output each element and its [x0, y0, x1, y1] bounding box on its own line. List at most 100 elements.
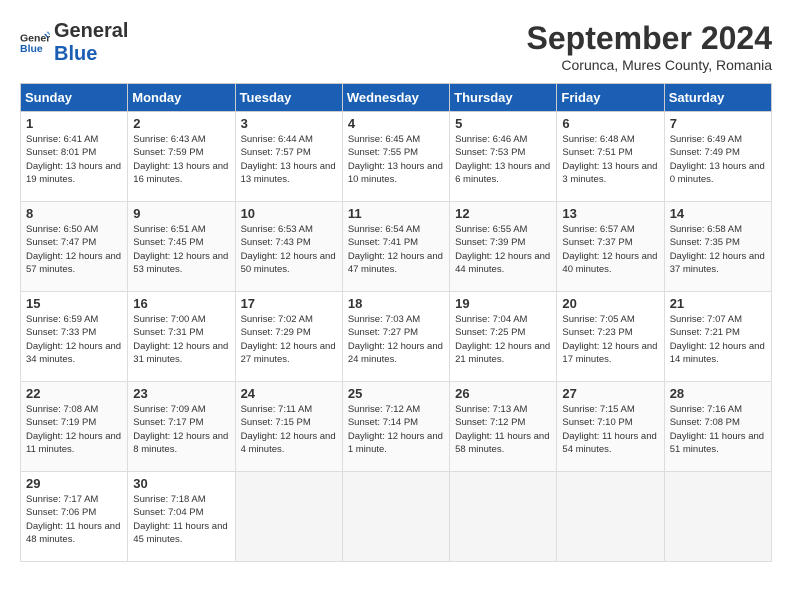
weekday-header: Tuesday: [235, 84, 342, 112]
day-number: 4: [348, 116, 444, 131]
calendar-day-cell: 20 Sunrise: 7:05 AM Sunset: 7:23 PM Dayl…: [557, 292, 664, 382]
calendar-day-cell: 24 Sunrise: 7:11 AM Sunset: 7:15 PM Dayl…: [235, 382, 342, 472]
calendar-day-cell: 18 Sunrise: 7:03 AM Sunset: 7:27 PM Dayl…: [342, 292, 449, 382]
day-info: Sunrise: 7:02 AM Sunset: 7:29 PM Dayligh…: [241, 313, 337, 366]
calendar-day-cell: 2 Sunrise: 6:43 AM Sunset: 7:59 PM Dayli…: [128, 112, 235, 202]
calendar-day-cell: 28 Sunrise: 7:16 AM Sunset: 7:08 PM Dayl…: [664, 382, 771, 472]
day-number: 21: [670, 296, 766, 311]
weekday-header: Thursday: [450, 84, 557, 112]
day-number: 13: [562, 206, 658, 221]
day-info: Sunrise: 7:04 AM Sunset: 7:25 PM Dayligh…: [455, 313, 551, 366]
day-number: 3: [241, 116, 337, 131]
day-number: 18: [348, 296, 444, 311]
day-info: Sunrise: 6:51 AM Sunset: 7:45 PM Dayligh…: [133, 223, 229, 276]
svg-text:Blue: Blue: [20, 43, 43, 55]
day-info: Sunrise: 6:46 AM Sunset: 7:53 PM Dayligh…: [455, 133, 551, 186]
calendar-day-cell: [557, 472, 664, 562]
day-info: Sunrise: 6:53 AM Sunset: 7:43 PM Dayligh…: [241, 223, 337, 276]
page-header: General Blue General Blue September 2024…: [20, 20, 772, 73]
day-info: Sunrise: 6:50 AM Sunset: 7:47 PM Dayligh…: [26, 223, 122, 276]
calendar-day-cell: 25 Sunrise: 7:12 AM Sunset: 7:14 PM Dayl…: [342, 382, 449, 472]
day-info: Sunrise: 7:15 AM Sunset: 7:10 PM Dayligh…: [562, 403, 658, 456]
calendar-day-cell: 17 Sunrise: 7:02 AM Sunset: 7:29 PM Dayl…: [235, 292, 342, 382]
calendar-week-row: 29 Sunrise: 7:17 AM Sunset: 7:06 PM Dayl…: [21, 472, 772, 562]
calendar-day-cell: 12 Sunrise: 6:55 AM Sunset: 7:39 PM Dayl…: [450, 202, 557, 292]
day-number: 24: [241, 386, 337, 401]
calendar-day-cell: 16 Sunrise: 7:00 AM Sunset: 7:31 PM Dayl…: [128, 292, 235, 382]
weekday-header: Friday: [557, 84, 664, 112]
day-info: Sunrise: 7:05 AM Sunset: 7:23 PM Dayligh…: [562, 313, 658, 366]
day-number: 8: [26, 206, 122, 221]
logo-icon: General Blue: [20, 28, 50, 58]
day-info: Sunrise: 7:18 AM Sunset: 7:04 PM Dayligh…: [133, 493, 229, 546]
calendar-day-cell: 27 Sunrise: 7:15 AM Sunset: 7:10 PM Dayl…: [557, 382, 664, 472]
day-number: 30: [133, 476, 229, 491]
weekday-header: Saturday: [664, 84, 771, 112]
day-number: 9: [133, 206, 229, 221]
day-number: 20: [562, 296, 658, 311]
calendar-day-cell: [235, 472, 342, 562]
logo-text: General Blue: [54, 20, 128, 66]
calendar-day-cell: [450, 472, 557, 562]
day-info: Sunrise: 7:13 AM Sunset: 7:12 PM Dayligh…: [455, 403, 551, 456]
day-info: Sunrise: 7:16 AM Sunset: 7:08 PM Dayligh…: [670, 403, 766, 456]
calendar-day-cell: 10 Sunrise: 6:53 AM Sunset: 7:43 PM Dayl…: [235, 202, 342, 292]
calendar-day-cell: 1 Sunrise: 6:41 AM Sunset: 8:01 PM Dayli…: [21, 112, 128, 202]
calendar-day-cell: [342, 472, 449, 562]
calendar-day-cell: 29 Sunrise: 7:17 AM Sunset: 7:06 PM Dayl…: [21, 472, 128, 562]
calendar-week-row: 22 Sunrise: 7:08 AM Sunset: 7:19 PM Dayl…: [21, 382, 772, 472]
day-info: Sunrise: 6:44 AM Sunset: 7:57 PM Dayligh…: [241, 133, 337, 186]
day-number: 23: [133, 386, 229, 401]
calendar-day-cell: 9 Sunrise: 6:51 AM Sunset: 7:45 PM Dayli…: [128, 202, 235, 292]
day-number: 14: [670, 206, 766, 221]
calendar-week-row: 1 Sunrise: 6:41 AM Sunset: 8:01 PM Dayli…: [21, 112, 772, 202]
calendar-day-cell: 6 Sunrise: 6:48 AM Sunset: 7:51 PM Dayli…: [557, 112, 664, 202]
day-number: 16: [133, 296, 229, 311]
day-info: Sunrise: 6:58 AM Sunset: 7:35 PM Dayligh…: [670, 223, 766, 276]
day-number: 12: [455, 206, 551, 221]
month-title: September 2024: [527, 20, 772, 57]
day-number: 19: [455, 296, 551, 311]
calendar-day-cell: 22 Sunrise: 7:08 AM Sunset: 7:19 PM Dayl…: [21, 382, 128, 472]
day-info: Sunrise: 6:57 AM Sunset: 7:37 PM Dayligh…: [562, 223, 658, 276]
weekday-header: Sunday: [21, 84, 128, 112]
day-number: 6: [562, 116, 658, 131]
calendar-day-cell: 5 Sunrise: 6:46 AM Sunset: 7:53 PM Dayli…: [450, 112, 557, 202]
day-number: 1: [26, 116, 122, 131]
day-number: 10: [241, 206, 337, 221]
day-info: Sunrise: 6:49 AM Sunset: 7:49 PM Dayligh…: [670, 133, 766, 186]
day-number: 17: [241, 296, 337, 311]
day-info: Sunrise: 6:54 AM Sunset: 7:41 PM Dayligh…: [348, 223, 444, 276]
logo: General Blue General Blue: [20, 20, 128, 66]
calendar-week-row: 15 Sunrise: 6:59 AM Sunset: 7:33 PM Dayl…: [21, 292, 772, 382]
location-title: Corunca, Mures County, Romania: [527, 57, 772, 73]
calendar-day-cell: 8 Sunrise: 6:50 AM Sunset: 7:47 PM Dayli…: [21, 202, 128, 292]
day-info: Sunrise: 7:08 AM Sunset: 7:19 PM Dayligh…: [26, 403, 122, 456]
calendar-day-cell: 4 Sunrise: 6:45 AM Sunset: 7:55 PM Dayli…: [342, 112, 449, 202]
day-info: Sunrise: 7:03 AM Sunset: 7:27 PM Dayligh…: [348, 313, 444, 366]
calendar-day-cell: 30 Sunrise: 7:18 AM Sunset: 7:04 PM Dayl…: [128, 472, 235, 562]
day-info: Sunrise: 7:12 AM Sunset: 7:14 PM Dayligh…: [348, 403, 444, 456]
day-number: 26: [455, 386, 551, 401]
calendar-day-cell: 21 Sunrise: 7:07 AM Sunset: 7:21 PM Dayl…: [664, 292, 771, 382]
weekday-header-row: SundayMondayTuesdayWednesdayThursdayFrid…: [21, 84, 772, 112]
calendar-table: SundayMondayTuesdayWednesdayThursdayFrid…: [20, 83, 772, 562]
day-info: Sunrise: 6:45 AM Sunset: 7:55 PM Dayligh…: [348, 133, 444, 186]
day-info: Sunrise: 7:00 AM Sunset: 7:31 PM Dayligh…: [133, 313, 229, 366]
calendar-day-cell: 23 Sunrise: 7:09 AM Sunset: 7:17 PM Dayl…: [128, 382, 235, 472]
weekday-header: Monday: [128, 84, 235, 112]
day-number: 2: [133, 116, 229, 131]
calendar-day-cell: 13 Sunrise: 6:57 AM Sunset: 7:37 PM Dayl…: [557, 202, 664, 292]
day-info: Sunrise: 6:48 AM Sunset: 7:51 PM Dayligh…: [562, 133, 658, 186]
day-number: 27: [562, 386, 658, 401]
weekday-header: Wednesday: [342, 84, 449, 112]
day-number: 29: [26, 476, 122, 491]
day-info: Sunrise: 6:55 AM Sunset: 7:39 PM Dayligh…: [455, 223, 551, 276]
day-info: Sunrise: 7:11 AM Sunset: 7:15 PM Dayligh…: [241, 403, 337, 456]
calendar-day-cell: [664, 472, 771, 562]
calendar-day-cell: 11 Sunrise: 6:54 AM Sunset: 7:41 PM Dayl…: [342, 202, 449, 292]
calendar-day-cell: 7 Sunrise: 6:49 AM Sunset: 7:49 PM Dayli…: [664, 112, 771, 202]
calendar-day-cell: 26 Sunrise: 7:13 AM Sunset: 7:12 PM Dayl…: [450, 382, 557, 472]
day-number: 7: [670, 116, 766, 131]
day-number: 28: [670, 386, 766, 401]
